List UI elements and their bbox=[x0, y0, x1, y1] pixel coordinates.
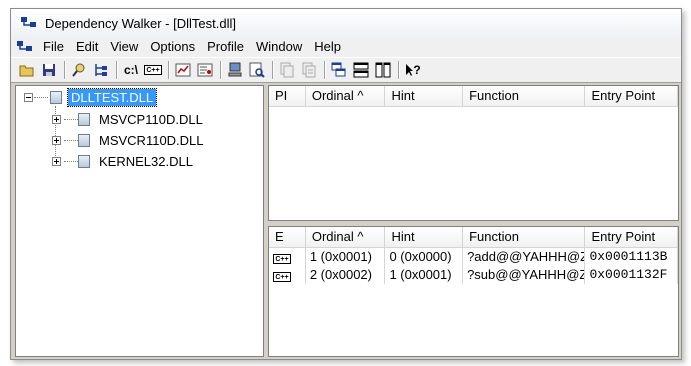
save-icon[interactable] bbox=[39, 60, 59, 80]
open-folder-icon[interactable] bbox=[17, 60, 37, 80]
system-info-icon[interactable] bbox=[225, 60, 245, 80]
module-icon bbox=[78, 154, 90, 168]
profile-graph-icon[interactable] bbox=[173, 60, 193, 80]
dependency-walker-app-icon bbox=[21, 16, 37, 30]
hint-cell: 0 (0x0000) bbox=[385, 248, 464, 266]
tree-node-label[interactable]: MSVCR110D.DLL bbox=[96, 132, 207, 149]
tree-child-node[interactable]: MSVCR110D.DLL bbox=[52, 131, 207, 149]
column-header-entry-point[interactable]: Entry Point bbox=[585, 86, 678, 106]
find-module-icon[interactable] bbox=[247, 60, 267, 80]
menu-window[interactable]: Window bbox=[250, 37, 308, 57]
console-command-button[interactable]: c:\ bbox=[121, 60, 141, 80]
find-icon[interactable] bbox=[69, 60, 89, 80]
collapse-icon[interactable] bbox=[24, 92, 33, 102]
full-paths-icon[interactable] bbox=[91, 60, 111, 80]
menu-view[interactable]: View bbox=[104, 37, 144, 57]
hint-cell: 1 (0x0001) bbox=[385, 266, 464, 284]
tree-root-node[interactable]: DLLTEST.DLL bbox=[24, 87, 158, 107]
entry-point-cell: 0x0001132F bbox=[585, 266, 678, 284]
tile-horizontal-icon[interactable] bbox=[351, 60, 371, 80]
toolbar-separator bbox=[116, 61, 118, 79]
column-header-entry-point[interactable]: Entry Point bbox=[585, 227, 678, 247]
column-header-pi[interactable]: PI bbox=[269, 86, 306, 106]
tile-vertical-icon[interactable] bbox=[373, 60, 393, 80]
toolbar-separator bbox=[64, 61, 66, 79]
cpp-undecorate-button[interactable]: C++ bbox=[143, 60, 163, 80]
cpp-function-icon: C++ bbox=[273, 272, 291, 282]
function-cell: ?sub@@YAHHH@Z bbox=[463, 266, 586, 284]
toolbar-separator bbox=[168, 61, 170, 79]
entry-point-cell: 0x0001113B bbox=[585, 248, 678, 266]
cpp-function-icon: C++ bbox=[273, 254, 291, 264]
column-header-e[interactable]: E bbox=[269, 227, 306, 247]
toolbar: c:\ C++ ? bbox=[11, 57, 681, 83]
toolbar-separator bbox=[220, 61, 222, 79]
column-header-function[interactable]: Function bbox=[463, 86, 586, 106]
exports-list[interactable]: E Ordinal ^ Hint Function Entry Point C+… bbox=[268, 226, 679, 357]
module-icon bbox=[78, 112, 90, 126]
module-tree[interactable]: DLLTEST.DLL MSVCP110D.DLL MSVCR110D.DLL … bbox=[15, 85, 264, 357]
exports-header: E Ordinal ^ Hint Function Entry Point bbox=[269, 227, 678, 248]
menu-options[interactable]: Options bbox=[144, 37, 201, 57]
column-header-ordinal[interactable]: Ordinal ^ bbox=[306, 227, 386, 247]
menu-file[interactable]: File bbox=[37, 37, 70, 57]
imports-list[interactable]: PI Ordinal ^ Hint Function Entry Point bbox=[268, 85, 679, 221]
window-title: Dependency Walker - [DllTest.dll] bbox=[45, 15, 236, 31]
menu-edit[interactable]: Edit bbox=[70, 37, 104, 57]
table-row[interactable]: C++ 2 (0x0002) 1 (0x0001) ?sub@@YAHHH@Z … bbox=[269, 266, 678, 284]
export-type-cell: C++ bbox=[269, 248, 306, 266]
tree-child-node[interactable]: MSVCP110D.DLL bbox=[52, 110, 206, 128]
title-bar[interactable]: Dependency Walker - [DllTest.dll] bbox=[11, 9, 681, 38]
column-header-hint[interactable]: Hint bbox=[385, 86, 464, 106]
expand-icon[interactable] bbox=[52, 114, 61, 124]
tree-child-node[interactable]: KERNEL32.DLL bbox=[52, 152, 196, 170]
column-header-function[interactable]: Function bbox=[463, 227, 586, 247]
function-cell: ?add@@YAHHH@Z bbox=[463, 248, 586, 266]
help-question-mark: ? bbox=[413, 63, 421, 77]
arrow-pointer-icon bbox=[406, 64, 414, 76]
imports-header: PI Ordinal ^ Hint Function Entry Point bbox=[269, 86, 678, 107]
tree-node-label[interactable]: KERNEL32.DLL bbox=[96, 153, 196, 170]
column-header-hint[interactable]: Hint bbox=[385, 227, 464, 247]
toolbar-separator bbox=[398, 61, 400, 79]
toolbar-separator bbox=[272, 61, 274, 79]
cpp-icon: C++ bbox=[144, 65, 162, 75]
copy-icon[interactable] bbox=[277, 60, 297, 80]
cascade-windows-icon[interactable] bbox=[329, 60, 349, 80]
menu-bar: File Edit View Options Profile Window He… bbox=[11, 37, 681, 57]
ordinal-cell: 1 (0x0001) bbox=[306, 248, 386, 266]
table-row[interactable]: C++ 1 (0x0001) 0 (0x0000) ?add@@YAHHH@Z … bbox=[269, 248, 678, 266]
app-window: Dependency Walker - [DllTest.dll] File E… bbox=[10, 8, 682, 360]
tree-node-label[interactable]: DLLTEST.DLL bbox=[66, 87, 158, 107]
expand-icon[interactable] bbox=[52, 156, 61, 166]
expand-icon[interactable] bbox=[52, 135, 61, 145]
properties-icon[interactable] bbox=[195, 60, 215, 80]
ordinal-cell: 2 (0x0002) bbox=[306, 266, 386, 284]
module-icon bbox=[50, 90, 62, 104]
content-area: DLLTEST.DLL MSVCP110D.DLL MSVCR110D.DLL … bbox=[15, 85, 679, 357]
copy-all-icon[interactable] bbox=[299, 60, 319, 80]
toolbar-separator bbox=[324, 61, 326, 79]
context-help-button[interactable]: ? bbox=[403, 60, 423, 80]
column-header-ordinal[interactable]: Ordinal ^ bbox=[306, 86, 386, 106]
export-type-cell: C++ bbox=[269, 266, 306, 284]
menu-help[interactable]: Help bbox=[308, 37, 347, 57]
document-window-icon[interactable] bbox=[17, 40, 33, 54]
menu-profile[interactable]: Profile bbox=[201, 37, 250, 57]
module-icon bbox=[78, 133, 90, 147]
tree-node-label[interactable]: MSVCP110D.DLL bbox=[96, 111, 206, 128]
